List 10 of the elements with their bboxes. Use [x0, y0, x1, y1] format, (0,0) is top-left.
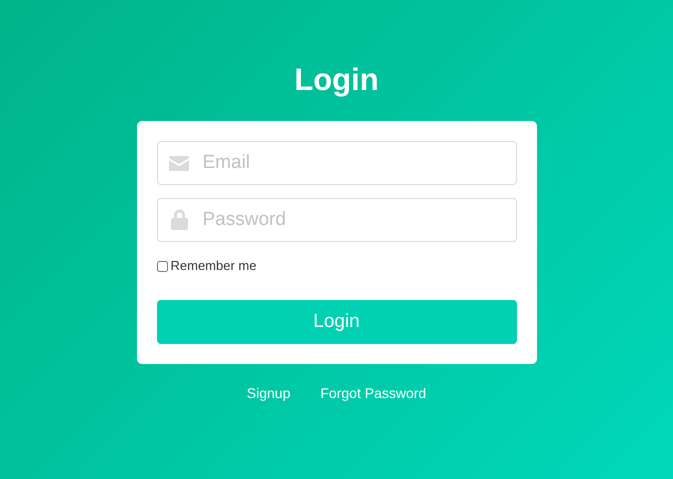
email-field[interactable]: Email: [156, 141, 516, 185]
password-field[interactable]: Password: [156, 198, 516, 242]
lock-icon: [170, 209, 188, 230]
remember-label: Remember me: [170, 258, 256, 274]
login-button[interactable]: Login: [156, 300, 516, 344]
envelope-icon: [168, 156, 188, 171]
footer-link[interactable]: Signup: [246, 383, 290, 404]
page-title: Login: [294, 61, 379, 99]
footer-link[interactable]: Forgot Password: [320, 383, 426, 404]
remember-checkbox[interactable]: [156, 260, 168, 272]
